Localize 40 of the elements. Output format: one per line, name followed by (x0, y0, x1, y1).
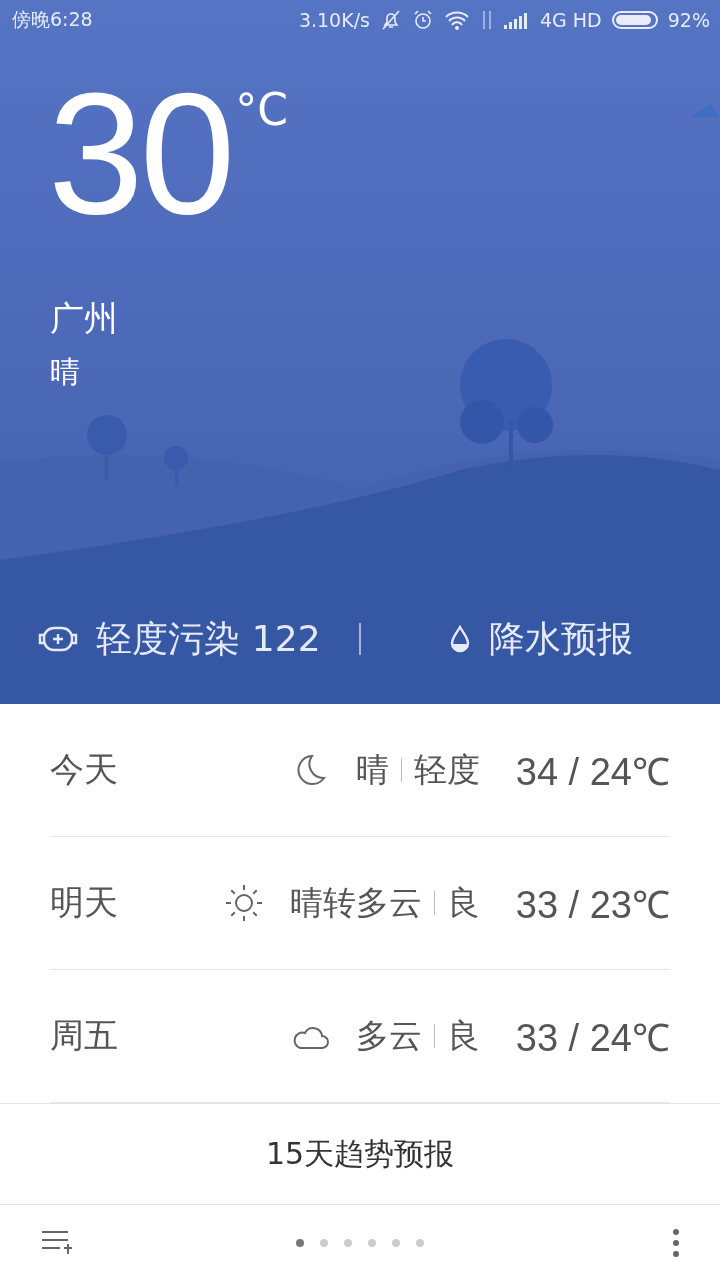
sun-icon (224, 883, 264, 923)
temperature-range: 33 / 24℃ (514, 1016, 670, 1061)
signal-icon (504, 11, 530, 29)
network-type: 4G HD (540, 9, 602, 31)
air-quality-level: 良 (447, 881, 480, 924)
forecast-condition: 晴转多云 (290, 881, 422, 924)
forecast-day: 今天 (50, 747, 200, 793)
temperature-range: 33 / 23℃ (514, 883, 670, 928)
temperature-range: 34 / 24℃ (514, 750, 670, 795)
network-speed: 3.10K/s (298, 9, 370, 31)
mask-icon (38, 625, 79, 653)
alarm-icon (412, 9, 434, 31)
water-drop-icon (448, 625, 471, 653)
city-name: 广州 (49, 297, 119, 340)
wifi-icon (444, 10, 470, 30)
temperature-unit: °C (235, 84, 289, 135)
forecast-day: 周五 (50, 1013, 200, 1059)
forecast-condition: 晴 (356, 748, 389, 791)
page-dot[interactable] (320, 1238, 328, 1247)
rain-forecast-link[interactable]: 降水预报 (488, 614, 633, 664)
battery-percent: 92% (667, 9, 710, 31)
forecast-condition: 多云 (356, 1014, 422, 1057)
air-quality-level: 良 (447, 1014, 480, 1057)
page-dot[interactable] (392, 1238, 400, 1247)
status-time: 傍晚6:28 (12, 7, 93, 32)
mute-bell-icon (380, 9, 402, 31)
data-arrows-icon (480, 9, 494, 31)
page-dot[interactable] (368, 1238, 376, 1247)
page-dot[interactable] (416, 1238, 424, 1247)
weather-condition: 晴 (49, 353, 81, 391)
forecast-day: 明天 (50, 880, 200, 926)
battery-icon (611, 10, 658, 30)
trend-forecast-link[interactable]: 15天趋势预报 (0, 1103, 720, 1205)
air-quality-link[interactable]: 轻度污染 122 (96, 614, 321, 664)
page-dot[interactable] (344, 1238, 352, 1247)
page-dot[interactable] (296, 1238, 304, 1247)
temperature: 30 (48, 78, 232, 228)
air-quality-level: 轻度 (414, 748, 480, 791)
more-icon[interactable] (672, 1227, 680, 1258)
add-city-list-icon[interactable] (40, 1228, 72, 1257)
